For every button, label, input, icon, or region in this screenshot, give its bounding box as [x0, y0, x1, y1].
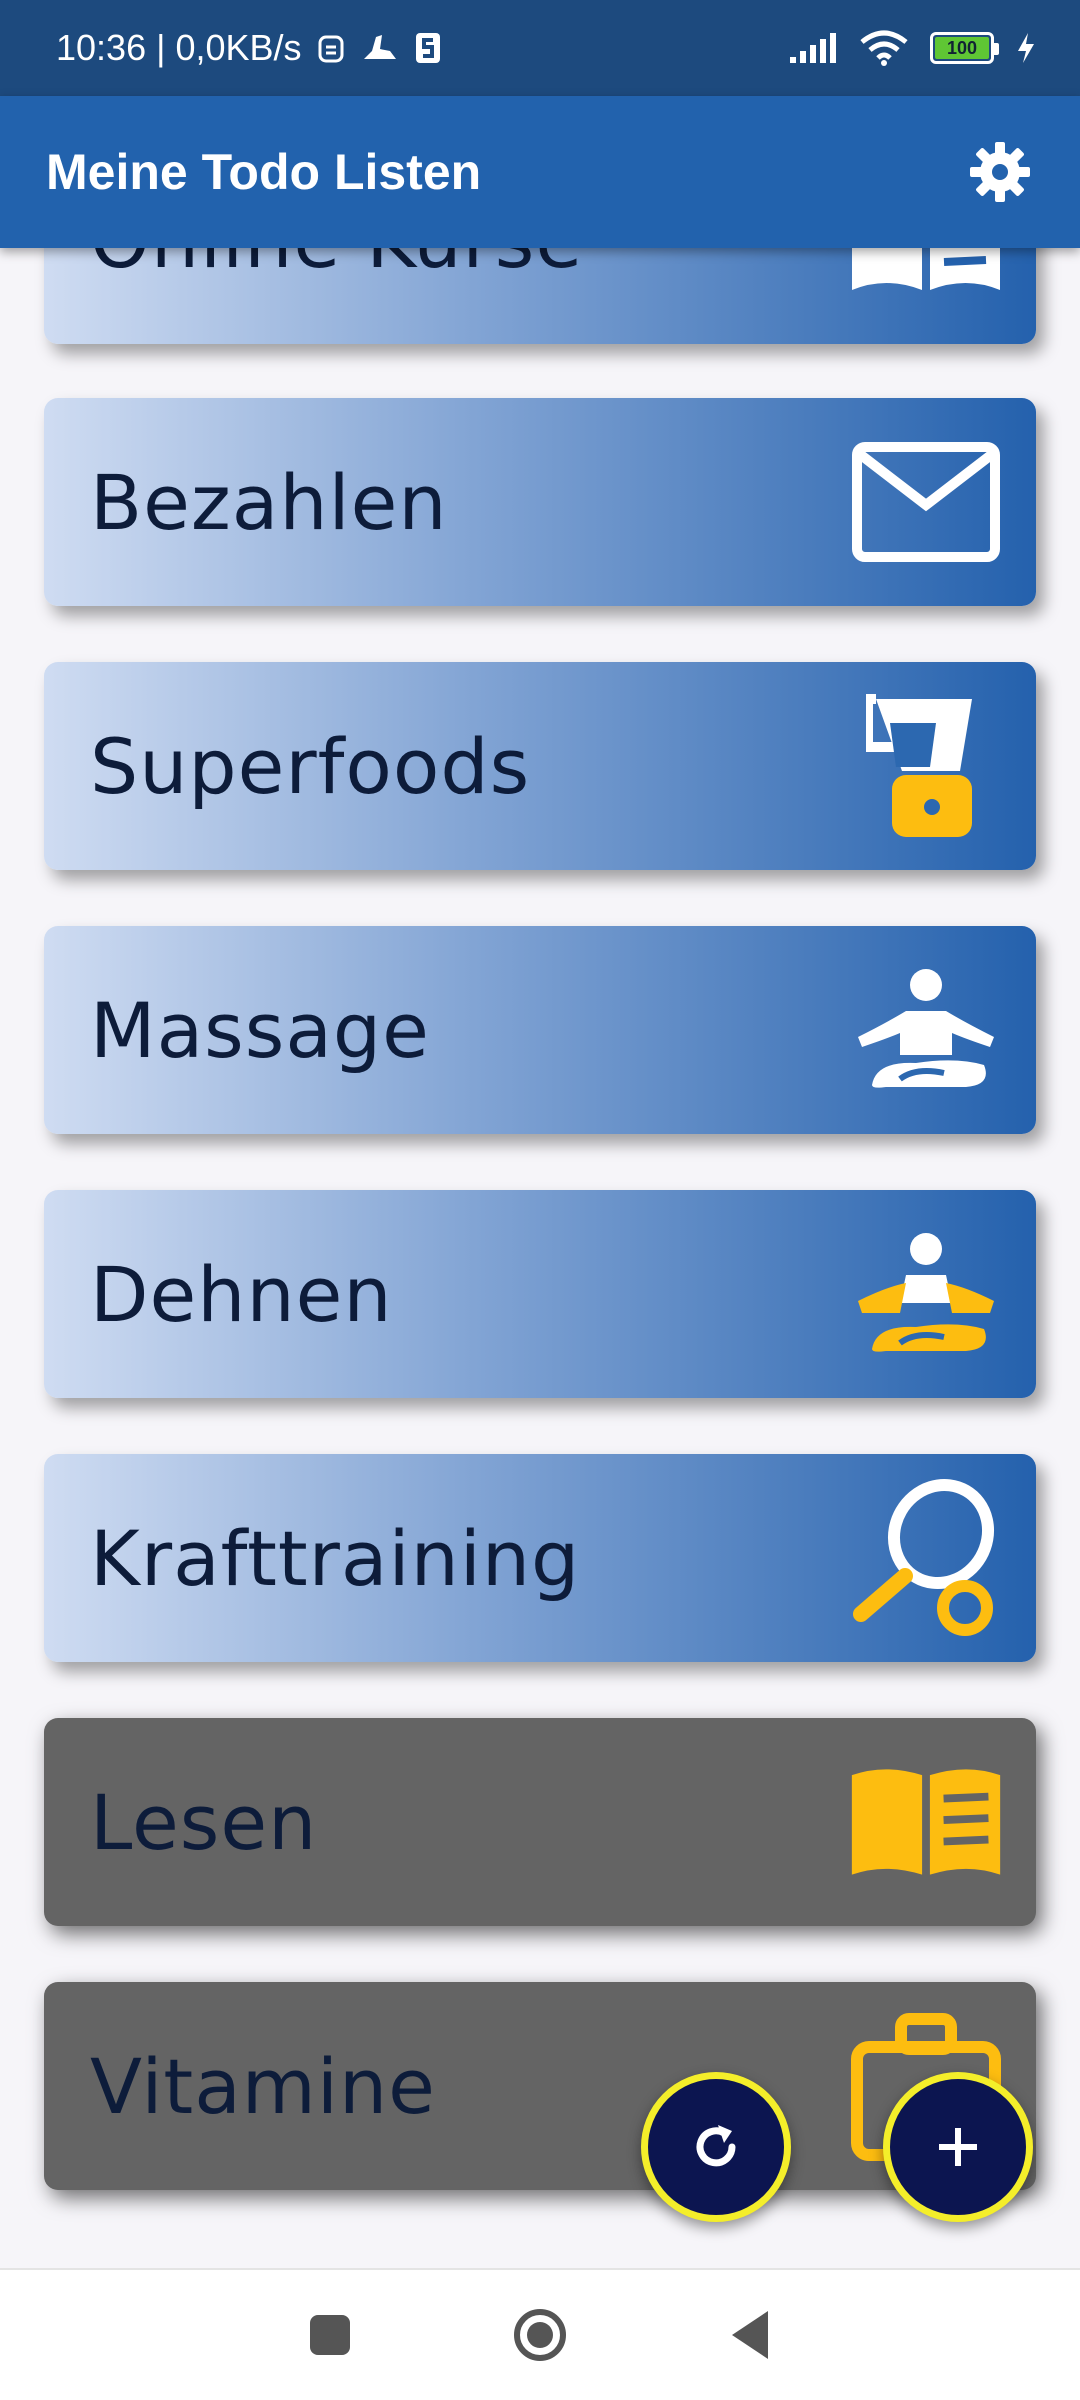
racket-ball-icon [846, 1478, 1006, 1636]
refresh-icon [696, 2125, 736, 2167]
battery-icon: 100 [930, 32, 999, 64]
list-item-label: Dehnen [90, 1249, 393, 1339]
page-title: Meine Todo Listen [46, 144, 482, 200]
s-app-icon [415, 33, 440, 63]
add-list-button[interactable] [883, 2072, 1033, 2222]
alarm-icon [318, 35, 344, 63]
list-item-label: Online Kurse [90, 248, 583, 285]
envelope-icon [846, 427, 1006, 577]
status-left: 10:36 | 0,0KB/s [56, 27, 442, 69]
status-right: 100 [788, 30, 1036, 66]
list-item-label: Lesen [90, 1777, 318, 1867]
shoe-icon [363, 35, 396, 59]
status-bar: 10:36 | 0,0KB/s 100 [0, 0, 1080, 96]
list-item-krafttraining[interactable]: Krafttraining [44, 1454, 1036, 1662]
plus-icon [939, 2128, 977, 2166]
back-button[interactable] [728, 2309, 772, 2361]
book-icon [846, 248, 1006, 315]
charging-icon [1018, 33, 1034, 63]
list-item-label: Massage [90, 985, 430, 1075]
list-item-label: Superfoods [90, 721, 531, 811]
screen: 10:36 | 0,0KB/s 100 Meine Todo Listen Be… [0, 0, 1080, 2400]
list-item-lesen[interactable]: Lesen [44, 1718, 1036, 1926]
app-bar: Meine Todo Listen [0, 96, 1080, 248]
status-time: 10:36 | 0,0KB/s [56, 27, 302, 68]
battery-level: 100 [935, 37, 989, 59]
meditation-icon [846, 955, 1006, 1105]
recents-button[interactable] [308, 2313, 352, 2357]
todo-list-container[interactable]: Online Kurse Bezahlen [0, 248, 1080, 2268]
list-item-label: Krafttraining [90, 1513, 581, 1603]
list-item-online-kurse[interactable]: Online Kurse [44, 248, 1036, 344]
signal-icon [790, 33, 836, 63]
list-item-bezahlen[interactable]: Bezahlen [44, 398, 1036, 606]
home-button[interactable] [512, 2307, 568, 2363]
list-item-massage[interactable]: Massage [44, 926, 1036, 1134]
system-nav-bar [0, 2268, 1080, 2400]
refresh-button[interactable] [641, 2072, 791, 2222]
list-item-dehnen[interactable]: Dehnen [44, 1190, 1036, 1398]
list-item-superfoods[interactable]: Superfoods [44, 662, 1036, 870]
wifi-icon [860, 30, 908, 66]
gear-icon[interactable] [968, 140, 1032, 204]
blender-icon [846, 691, 1006, 841]
list-item-label: Bezahlen [90, 457, 448, 547]
book-icon [846, 1747, 1006, 1897]
list-item-label: Vitamine [90, 2041, 436, 2131]
meditation-icon [846, 1219, 1006, 1369]
